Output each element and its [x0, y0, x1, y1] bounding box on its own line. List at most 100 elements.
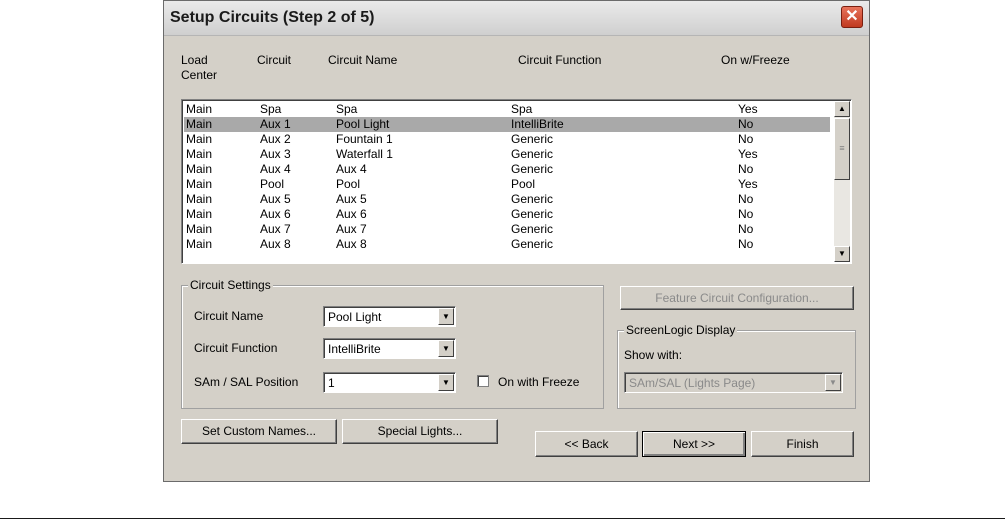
circuit-name-label: Circuit Name [194, 309, 264, 323]
circuit-list[interactable]: Main Spa Spa Spa Yes Main Aux 1 Pool Light Intel… [181, 99, 852, 264]
list-cell: IntelliBrite [511, 117, 564, 131]
scroll-up-icon[interactable]: ▲ [834, 101, 850, 117]
list-cell: Main [186, 192, 213, 206]
list-cell: Main [186, 147, 213, 161]
list-cell: Spa [511, 102, 533, 116]
list-cell: Yes [738, 147, 758, 161]
scroll-thumb[interactable]: ≡ [834, 118, 850, 180]
sam-sal-position-value: 1 [328, 376, 335, 390]
sam-sal-position-label: SAm / SAL Position [194, 375, 299, 389]
list-cell: No [738, 162, 754, 176]
list-cell: Generic [511, 237, 554, 251]
list-cell: Main [186, 117, 213, 131]
list-cell: Main [186, 177, 213, 191]
setup-circuits-dialog: Setup Circuits (Step 2 of 5) ✕ Load Cent… [163, 0, 870, 482]
list-cell: Yes [738, 102, 758, 116]
list-cell: Waterfall 1 [336, 147, 393, 161]
list-cell: Generic [511, 222, 554, 236]
list-cell: Generic [511, 207, 554, 221]
chevron-down-icon[interactable]: ▼ [438, 340, 454, 357]
circuit-function-label: Circuit Function [194, 341, 278, 355]
column-header-circuit-name: Circuit Name [328, 53, 398, 67]
list-cell: Spa [260, 102, 282, 116]
on-with-freeze-label: On with Freeze [498, 375, 580, 389]
list-cell: Aux 5 [260, 192, 291, 206]
set-custom-names-button[interactable]: Set Custom Names... [181, 419, 337, 444]
feature-circuit-configuration-button[interactable]: Feature Circuit Configuration... [620, 286, 854, 310]
divider-line [0, 518, 1005, 519]
list-cell: Aux 7 [336, 222, 367, 236]
special-lights-button[interactable]: Special Lights... [342, 419, 498, 444]
list-cell: Pool [260, 177, 285, 191]
sam-sal-position-select[interactable]: 1 ▼ [323, 372, 456, 393]
list-cell: Generic [511, 147, 554, 161]
back-button[interactable]: << Back [535, 431, 638, 457]
circuit-function-value: IntelliBrite [328, 342, 381, 356]
list-cell: Spa [336, 102, 358, 116]
list-item[interactable]: Main Aux 8 Aux 8 Generic No [184, 237, 830, 252]
list-cell: No [738, 237, 754, 251]
chevron-down-icon[interactable]: ▼ [825, 374, 841, 391]
list-item[interactable]: Main Aux 7 Aux 7 Generic No [184, 222, 830, 237]
list-item[interactable]: Main Spa Spa Spa Yes [184, 102, 830, 117]
circuit-settings-group: Circuit Settings Circuit Name Pool Light… [181, 278, 604, 409]
list-cell: No [738, 117, 754, 131]
column-header-circuit-function: Circuit Function [518, 53, 602, 67]
list-cell: Generic [511, 192, 554, 206]
list-scrollbar[interactable]: ▲ ≡ ▼ [834, 101, 850, 262]
list-cell: Main [186, 237, 213, 251]
list-cell: Aux 2 [260, 132, 291, 146]
list-cell: Main [186, 222, 213, 236]
chevron-down-icon[interactable]: ▼ [438, 374, 454, 391]
list-cell: Aux 7 [260, 222, 291, 236]
column-header-load-center: Load Center [181, 53, 218, 82]
list-cell: Main [186, 102, 213, 116]
show-with-select[interactable]: SAm/SAL (Lights Page) ▼ [624, 372, 843, 393]
finish-button[interactable]: Finish [751, 431, 854, 457]
title-bar[interactable]: Setup Circuits (Step 2 of 5) ✕ [164, 1, 869, 36]
list-item[interactable]: Main Aux 5 Aux 5 Generic No [184, 192, 830, 207]
list-cell: No [738, 192, 754, 206]
list-cell: Aux 1 [260, 117, 291, 131]
list-cell: Aux 4 [336, 162, 367, 176]
screenlogic-display-group: ScreenLogic Display Show with: SAm/SAL (… [617, 323, 856, 409]
list-item[interactable]: Main Aux 3 Waterfall 1 Generic Yes [184, 147, 830, 162]
list-cell: No [738, 207, 754, 221]
show-with-value: SAm/SAL (Lights Page) [629, 376, 756, 390]
dialog-title: Setup Circuits (Step 2 of 5) [170, 9, 375, 26]
list-cell: Yes [738, 177, 758, 191]
circuit-settings-title: Circuit Settings [188, 278, 273, 292]
list-cell: Pool [511, 177, 536, 191]
list-cell: Aux 6 [260, 207, 291, 221]
list-cell: Generic [511, 162, 554, 176]
list-item[interactable]: Main Aux 1 Pool Light IntelliBrite No [184, 117, 830, 132]
circuit-function-select[interactable]: IntelliBrite ▼ [323, 338, 456, 359]
list-item[interactable]: Main Aux 2 Fountain 1 Generic No [184, 132, 830, 147]
list-cell: Aux 5 [336, 192, 367, 206]
list-cell: Aux 3 [260, 147, 291, 161]
column-header-on-freeze: On w/Freeze [721, 53, 790, 67]
list-cell: Aux 6 [336, 207, 367, 221]
circuit-name-value: Pool Light [328, 310, 382, 324]
on-with-freeze-checkbox[interactable] [477, 375, 489, 387]
screenlogic-display-title: ScreenLogic Display [624, 323, 738, 337]
list-cell: Pool Light [336, 117, 390, 131]
list-item[interactable]: Main Aux 4 Aux 4 Generic No [184, 162, 830, 177]
list-cell: Aux 4 [260, 162, 291, 176]
list-cell: Main [186, 207, 213, 221]
scroll-down-icon[interactable]: ▼ [834, 246, 850, 262]
list-item[interactable]: Main Pool Pool Pool Yes [184, 177, 830, 192]
list-cell: No [738, 132, 754, 146]
close-icon[interactable]: ✕ [841, 6, 863, 28]
column-header-circuit: Circuit [257, 53, 292, 67]
list-cell: Aux 8 [260, 237, 291, 251]
list-cell: Main [186, 162, 213, 176]
next-button[interactable]: Next >> [642, 431, 746, 457]
list-cell: Main [186, 132, 213, 146]
chevron-down-icon[interactable]: ▼ [438, 308, 454, 325]
circuit-name-select[interactable]: Pool Light ▼ [323, 306, 456, 327]
show-with-label: Show with: [624, 348, 683, 362]
list-cell: Fountain 1 [336, 132, 393, 146]
list-cell: Aux 8 [336, 237, 367, 251]
list-item[interactable]: Main Aux 6 Aux 6 Generic No [184, 207, 830, 222]
